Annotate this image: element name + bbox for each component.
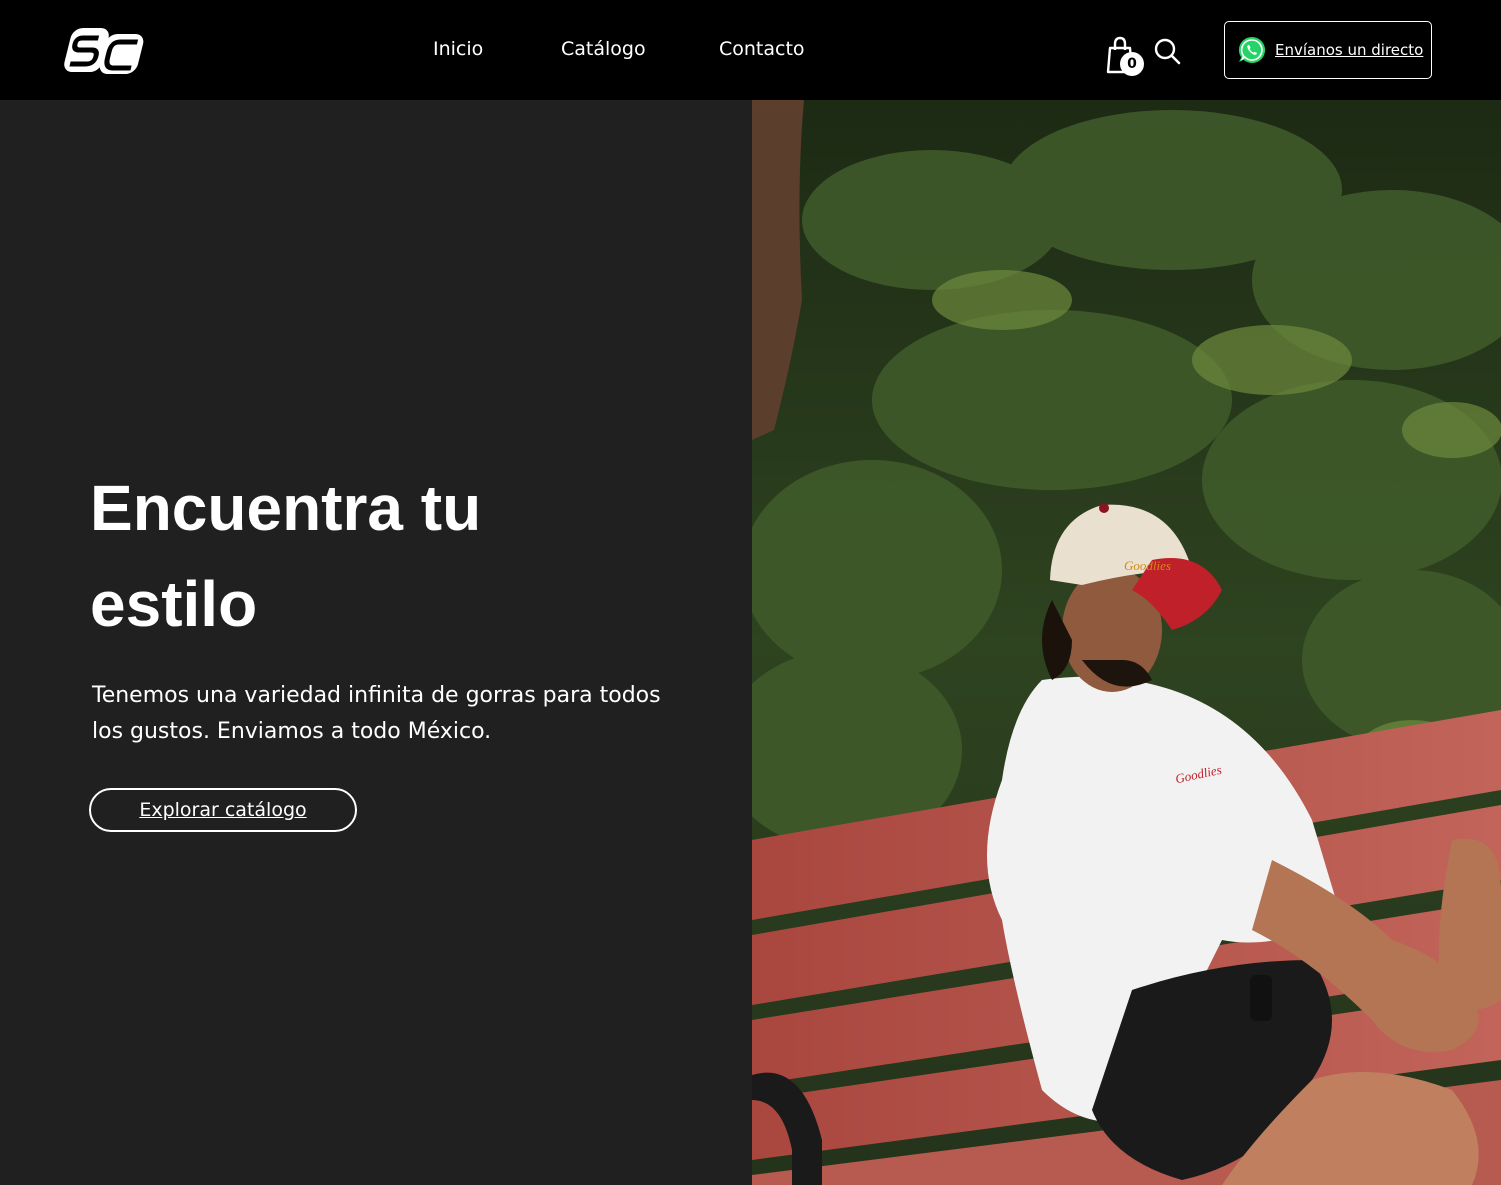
nav-contacto[interactable]: Contacto [719, 38, 805, 60]
cap-logo-text: Goodlies [1124, 558, 1171, 573]
whatsapp-icon [1238, 36, 1266, 63]
cart-count-badge: 0 [1120, 52, 1144, 76]
man-with-cap-on-bench-image: Goodlies Goodlies [752, 100, 1501, 1185]
explore-catalog-button[interactable]: Explorar catálogo [89, 788, 357, 832]
hero-photo: Goodlies Goodlies [752, 100, 1501, 1185]
hero-subtitle-line-1: Tenemos una variedad infinita de gorras … [92, 683, 661, 708]
whatsapp-direct-button[interactable]: Envíanos un directo [1224, 21, 1432, 79]
search-icon[interactable] [1153, 37, 1181, 65]
nav-catalogo[interactable]: Catálogo [561, 38, 646, 60]
hero-subtitle-line-2: los gustos. Enviamos a todo México. [92, 719, 492, 744]
top-navbar: Inicio Catálogo Contacto 0 Envíanos un d… [0, 0, 1501, 100]
nav-inicio[interactable]: Inicio [433, 38, 483, 60]
hero-title-line-2: estilo [90, 568, 258, 640]
hero-title: Encuentra tu estilo [90, 460, 650, 652]
whatsapp-button-label: Envíanos un directo [1275, 41, 1424, 59]
hero-subtitle: Tenemos una variedad infinita de gorras … [92, 678, 672, 750]
hero-title-line-1: Encuentra tu [90, 472, 482, 544]
